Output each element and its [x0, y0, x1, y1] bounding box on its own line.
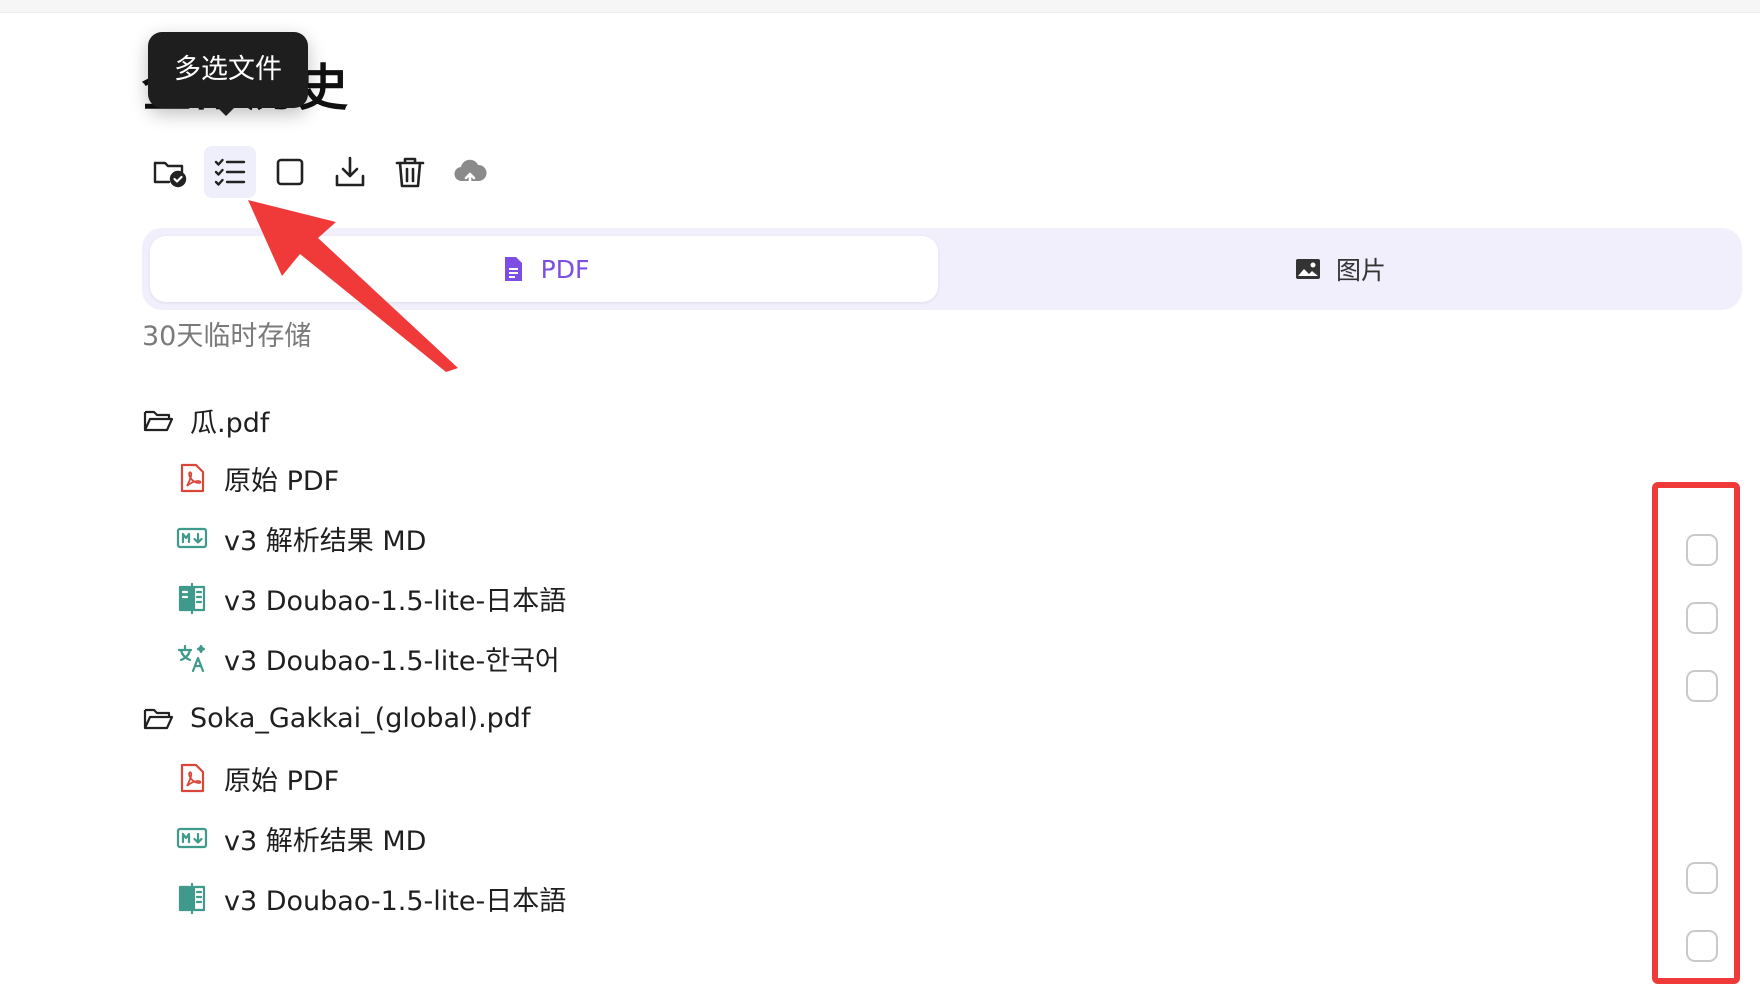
- folder-row[interactable]: 瓜.pdf: [142, 395, 269, 445]
- folder-open-icon: [143, 708, 174, 730]
- download-icon: [335, 156, 365, 187]
- delete-button[interactable]: [384, 146, 436, 198]
- list-item[interactable]: 原始 PDF: [176, 753, 339, 803]
- multi-select-tooltip: 多选文件: [148, 32, 308, 108]
- folder-name: 瓜.pdf: [190, 407, 270, 439]
- list-item-label: 原始 PDF: [224, 465, 340, 497]
- image-icon: [1295, 259, 1320, 279]
- markdown-icon: [176, 527, 208, 549]
- book-icon: [178, 882, 206, 914]
- trash-icon: [395, 157, 425, 188]
- book-icon: [178, 582, 206, 614]
- pdf-file-icon: [504, 257, 522, 281]
- tab-images-label: 图片: [1335, 256, 1386, 285]
- list-item[interactable]: v3 Doubao-1.5-lite-日本語: [176, 573, 566, 623]
- select-all-button[interactable]: [264, 146, 316, 198]
- list-item-label: v3 Doubao-1.5-lite-한국어: [224, 645, 560, 677]
- list-check-icon: [214, 158, 246, 186]
- tab-pdf-label: PDF: [540, 254, 590, 284]
- list-item[interactable]: 原始 PDF: [176, 453, 339, 503]
- cloud-upload-button[interactable]: [444, 146, 496, 198]
- top-bar: [0, 0, 1760, 13]
- translate-icon: [177, 644, 206, 673]
- file-type-tabs: PDF 图片: [142, 228, 1742, 310]
- list-item-label: v3 解析结果 MD: [224, 825, 427, 857]
- pdf-icon: [180, 463, 205, 493]
- tooltip-tail: [214, 104, 238, 116]
- checkbox-highlight-box: [1652, 482, 1740, 984]
- pdf-icon: [180, 763, 205, 793]
- folder-check-icon: [153, 161, 187, 188]
- folder-name: Soka_Gakkai_(global).pdf: [190, 702, 531, 734]
- list-item-label: v3 Doubao-1.5-lite-日本語: [224, 585, 567, 617]
- square-icon: [276, 158, 304, 186]
- list-item-label: v3 Doubao-1.5-lite-日本語: [224, 885, 567, 917]
- list-item[interactable]: v3 解析结果 MD: [176, 513, 426, 563]
- download-button[interactable]: [324, 146, 376, 198]
- list-item[interactable]: v3 Doubao-1.5-lite-한국어: [176, 633, 560, 683]
- folder-row[interactable]: Soka_Gakkai_(global).pdf: [142, 693, 530, 743]
- tab-pdf[interactable]: PDF: [150, 236, 938, 302]
- list-item-label: v3 解析结果 MD: [224, 525, 427, 557]
- list-item[interactable]: v3 解析结果 MD: [176, 813, 426, 863]
- folder-open-icon: [143, 410, 174, 432]
- toolbar: [144, 146, 504, 198]
- folder-check-button[interactable]: [144, 146, 196, 198]
- multi-select-button[interactable]: [204, 146, 256, 198]
- list-item-label: 原始 PDF: [224, 765, 340, 797]
- tab-images[interactable]: 图片: [946, 236, 1734, 302]
- list-item[interactable]: v3 Doubao-1.5-lite-日本語: [176, 873, 566, 923]
- cloud-upload-icon: [454, 159, 487, 187]
- storage-note: 30天临时存储: [142, 321, 312, 352]
- markdown-icon: [176, 827, 208, 849]
